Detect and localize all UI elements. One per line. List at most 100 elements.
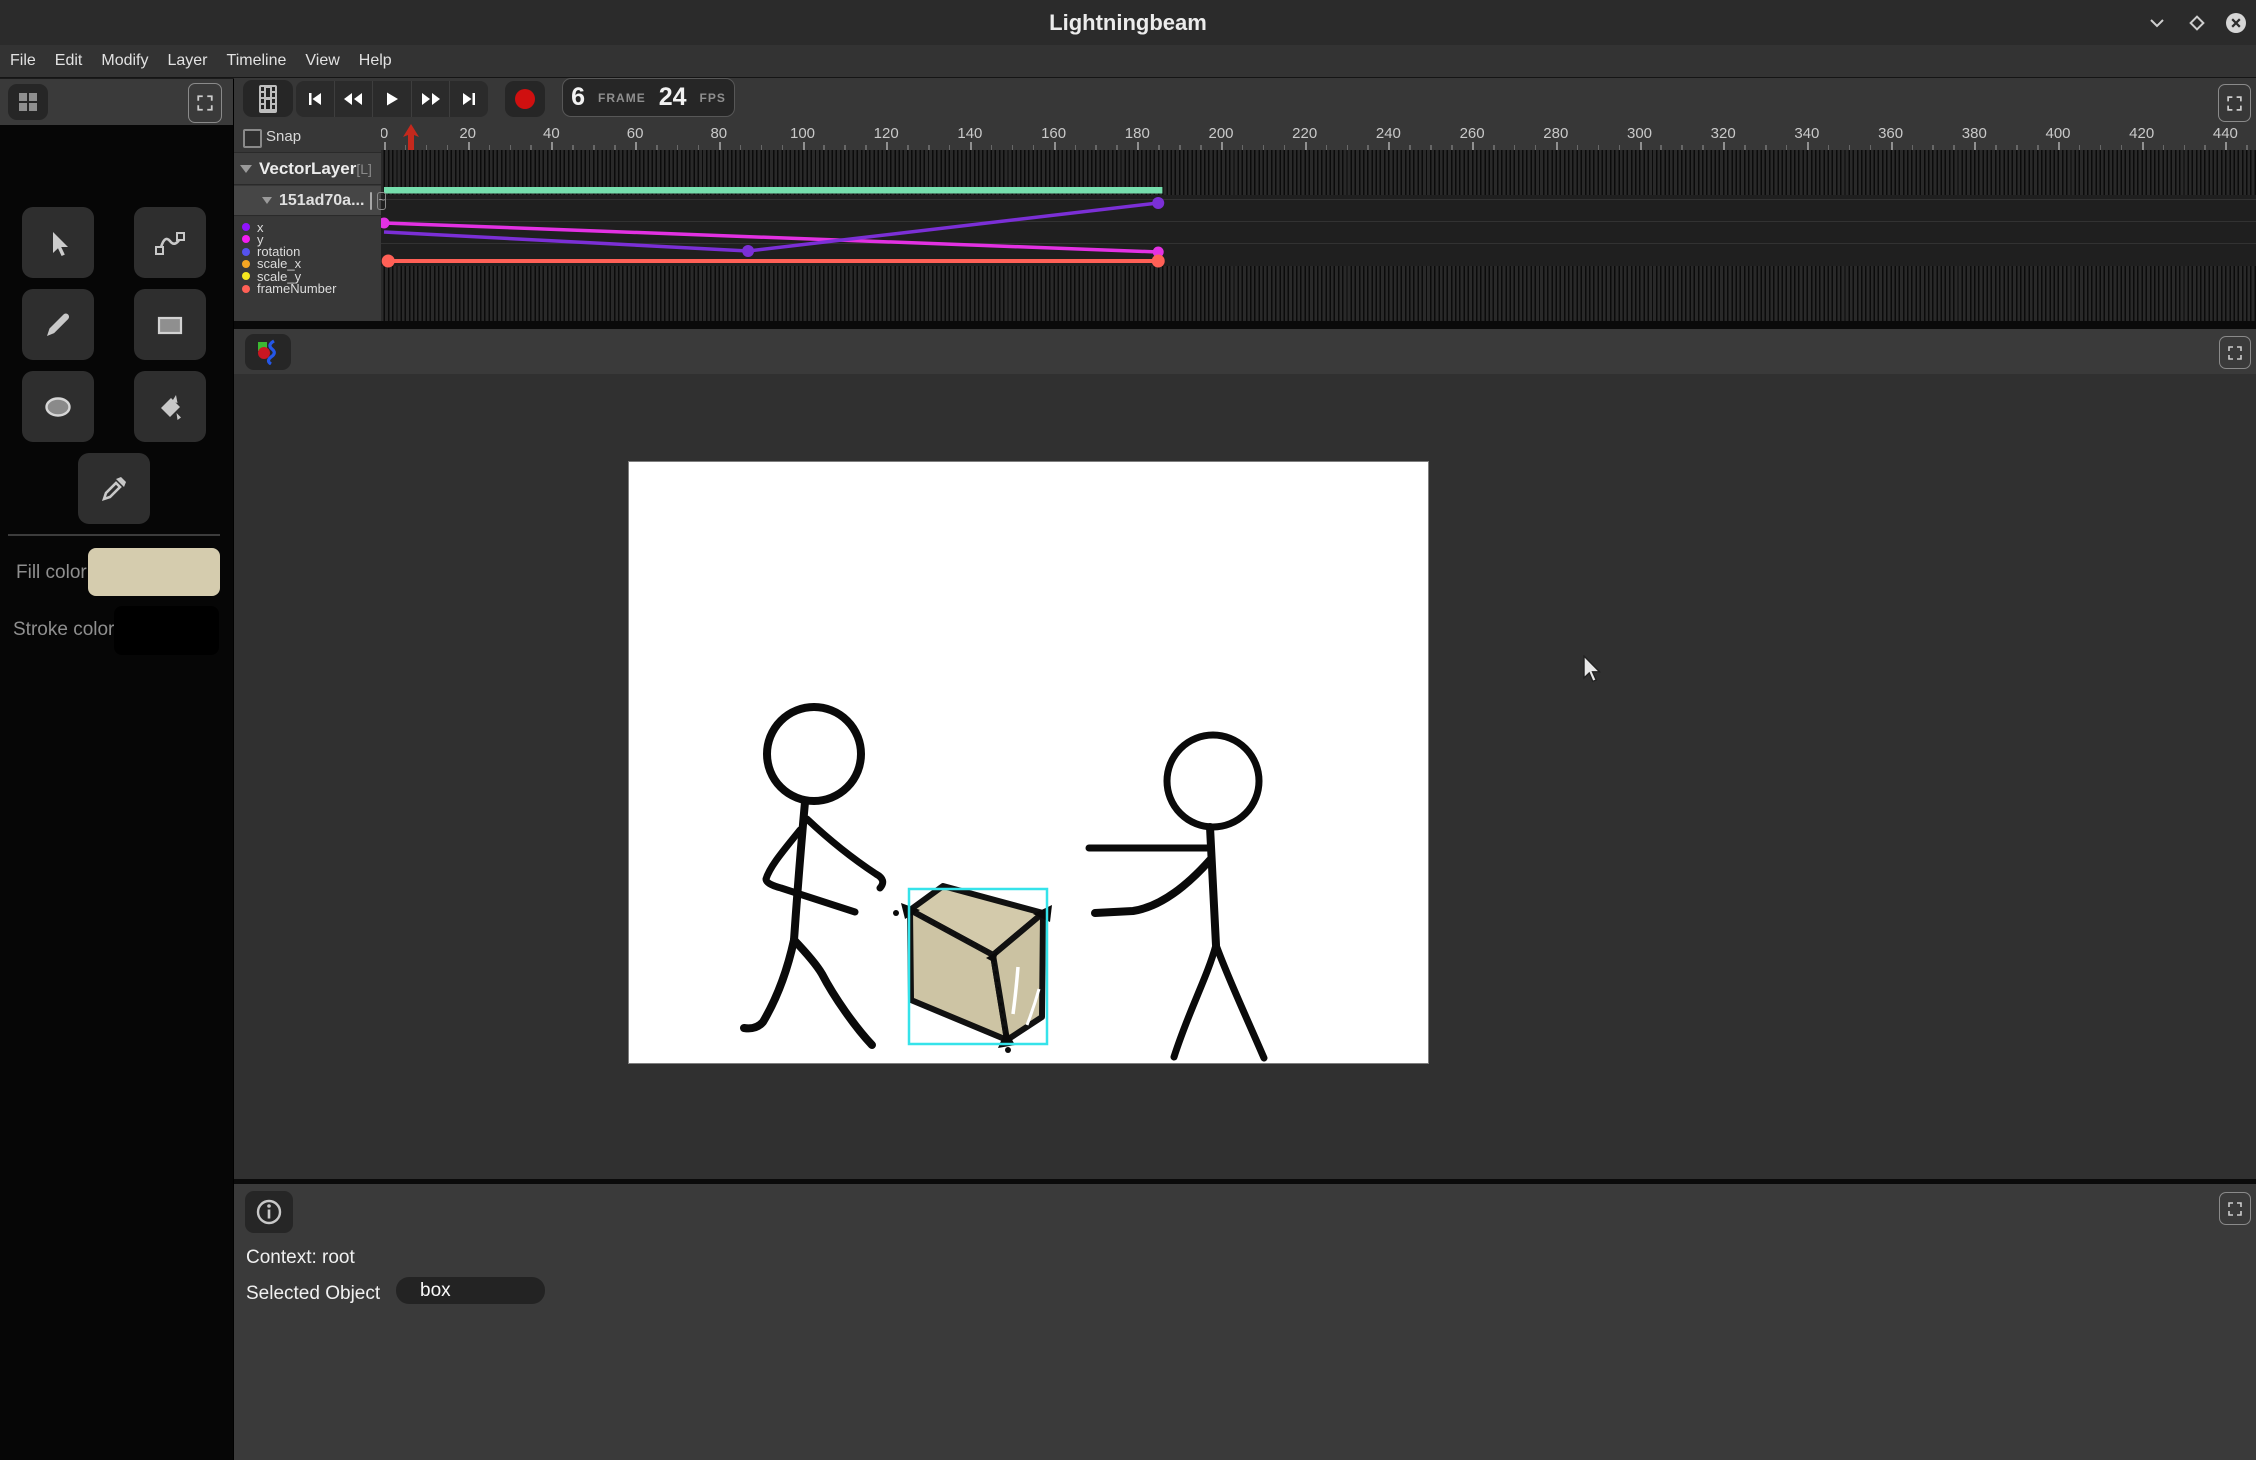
property-color-dot	[242, 272, 250, 280]
ruler-label: 120	[874, 125, 899, 142]
context-text: Context: root	[246, 1247, 355, 1269]
eyedropper-tool[interactable]	[78, 453, 150, 524]
object-name: 151ad70a...	[279, 192, 364, 210]
ellipse-icon	[40, 389, 76, 425]
property-color-dot	[242, 223, 250, 231]
ruler-label: 220	[1292, 125, 1317, 142]
x-curve-keyframe	[1152, 197, 1164, 209]
ruler-label: 160	[1041, 125, 1066, 142]
ruler-label: 340	[1794, 125, 1819, 142]
ruler-label: 280	[1543, 125, 1568, 142]
play-icon	[384, 91, 400, 107]
selected-object-value: box	[420, 1280, 451, 1302]
close-icon[interactable]	[2225, 12, 2247, 34]
info-button[interactable]	[245, 1191, 293, 1233]
collapse-triangle-icon[interactable]	[240, 165, 252, 173]
ellipse-tool[interactable]	[22, 371, 94, 442]
bezier-path-icon	[152, 225, 188, 261]
menu-layer[interactable]: Layer	[167, 52, 207, 70]
tween-toggle[interactable]: ~	[377, 192, 386, 210]
ruler-label: 180	[1125, 125, 1150, 142]
tools-panel: Fill color: Stroke color:	[0, 79, 234, 1460]
visibility-toggle[interactable]	[370, 192, 372, 210]
menu-file[interactable]: File	[10, 52, 36, 70]
ruler-label: 360	[1878, 125, 1903, 142]
pencil-icon	[40, 307, 76, 343]
film-button[interactable]	[243, 80, 293, 117]
playhead[interactable]	[401, 124, 421, 150]
skip-start-button[interactable]	[296, 81, 335, 117]
object-row[interactable]: 151ad70a... ~	[234, 186, 381, 216]
menu-edit[interactable]: Edit	[55, 52, 83, 70]
ruler-label: 380	[1962, 125, 1987, 142]
expand-icon	[2227, 1201, 2243, 1217]
x-curve-keyframe	[742, 245, 754, 257]
animation-curves[interactable]	[381, 150, 2256, 321]
skip-start-icon	[307, 91, 323, 107]
menu-help[interactable]: Help	[359, 52, 392, 70]
info-panel: Context: root Selected Object box	[234, 1184, 2256, 1460]
timeline-panel: 6 FRAME 24 FPS Snap 02040608010012014016…	[234, 78, 2256, 321]
ruler-label: 300	[1627, 125, 1652, 142]
fast-forward-button[interactable]	[412, 81, 451, 117]
timeline-controls: 6 FRAME 24 FPS	[234, 78, 2256, 122]
stage-canvas[interactable]	[629, 462, 1428, 1063]
shapes-button[interactable]	[245, 334, 291, 370]
expand-icon	[196, 94, 214, 112]
rectangle-icon	[152, 307, 188, 343]
snap-checkbox[interactable]	[243, 129, 262, 148]
skip-end-button[interactable]	[450, 81, 488, 117]
stroke-color-label: Stroke color:	[13, 619, 120, 641]
info-expand-button[interactable]	[2219, 1192, 2251, 1225]
rewind-button[interactable]	[335, 81, 374, 117]
timeline-expand-button[interactable]	[2218, 84, 2251, 122]
titlebar: Lightningbeam	[0, 0, 2256, 45]
property-color-dot	[242, 235, 250, 243]
box-object	[893, 886, 1052, 1053]
eyedropper-icon	[96, 471, 132, 507]
ruler-label: 240	[1376, 125, 1401, 142]
layer-row-vectorlayer[interactable]: VectorLayer [L]	[234, 152, 381, 185]
expand-icon	[2226, 95, 2243, 112]
fps-label: FPS	[700, 91, 726, 105]
frame-value[interactable]: 6	[571, 83, 585, 112]
maximize-icon[interactable]	[2186, 12, 2208, 34]
play-button[interactable]	[373, 81, 412, 117]
shapes-icon	[255, 339, 281, 365]
frame-label: FRAME	[598, 91, 646, 105]
property-color-dot	[242, 285, 250, 293]
path-tool[interactable]	[134, 207, 206, 278]
timeline-ruler[interactable]: 0204060801001201401601802002202402602803…	[381, 122, 2256, 150]
ruler-label: 320	[1711, 125, 1736, 142]
minimize-icon[interactable]	[2146, 12, 2168, 34]
frameNumber-curve-keyframe	[1152, 255, 1165, 268]
expand-icon	[2227, 345, 2243, 361]
stick-figure-right	[1089, 735, 1264, 1058]
stage-panel-header	[234, 329, 2256, 374]
fps-value[interactable]: 24	[659, 83, 687, 112]
paint-bucket-tool[interactable]	[134, 371, 206, 442]
pencil-tool[interactable]	[22, 289, 94, 360]
select-tool[interactable]	[22, 207, 94, 278]
grid-menu-button[interactable]	[8, 84, 48, 120]
property-label: frameNumber	[257, 281, 336, 296]
layer-span-bar	[384, 187, 1162, 194]
fill-color-swatch[interactable]	[88, 548, 220, 596]
stage-expand-button[interactable]	[2219, 336, 2251, 369]
selected-object-field[interactable]: box	[396, 1277, 545, 1304]
layer-name: VectorLayer	[259, 159, 356, 179]
collapse-triangle-icon[interactable]	[262, 197, 272, 204]
ruler-label: 420	[2129, 125, 2154, 142]
rectangle-tool[interactable]	[134, 289, 206, 360]
stroke-color-swatch[interactable]	[114, 606, 219, 655]
panel-divider	[234, 321, 2256, 329]
mouse-cursor	[1582, 655, 1608, 685]
film-strip-icon	[257, 84, 279, 114]
fast-forward-icon	[421, 91, 441, 107]
menu-view[interactable]: View	[305, 52, 339, 70]
menu-modify[interactable]: Modify	[101, 52, 148, 70]
record-button[interactable]	[505, 81, 545, 117]
tools-expand-button[interactable]	[188, 83, 222, 123]
menu-timeline[interactable]: Timeline	[227, 52, 287, 70]
property-frameNumber[interactable]: frameNumber	[242, 283, 336, 295]
